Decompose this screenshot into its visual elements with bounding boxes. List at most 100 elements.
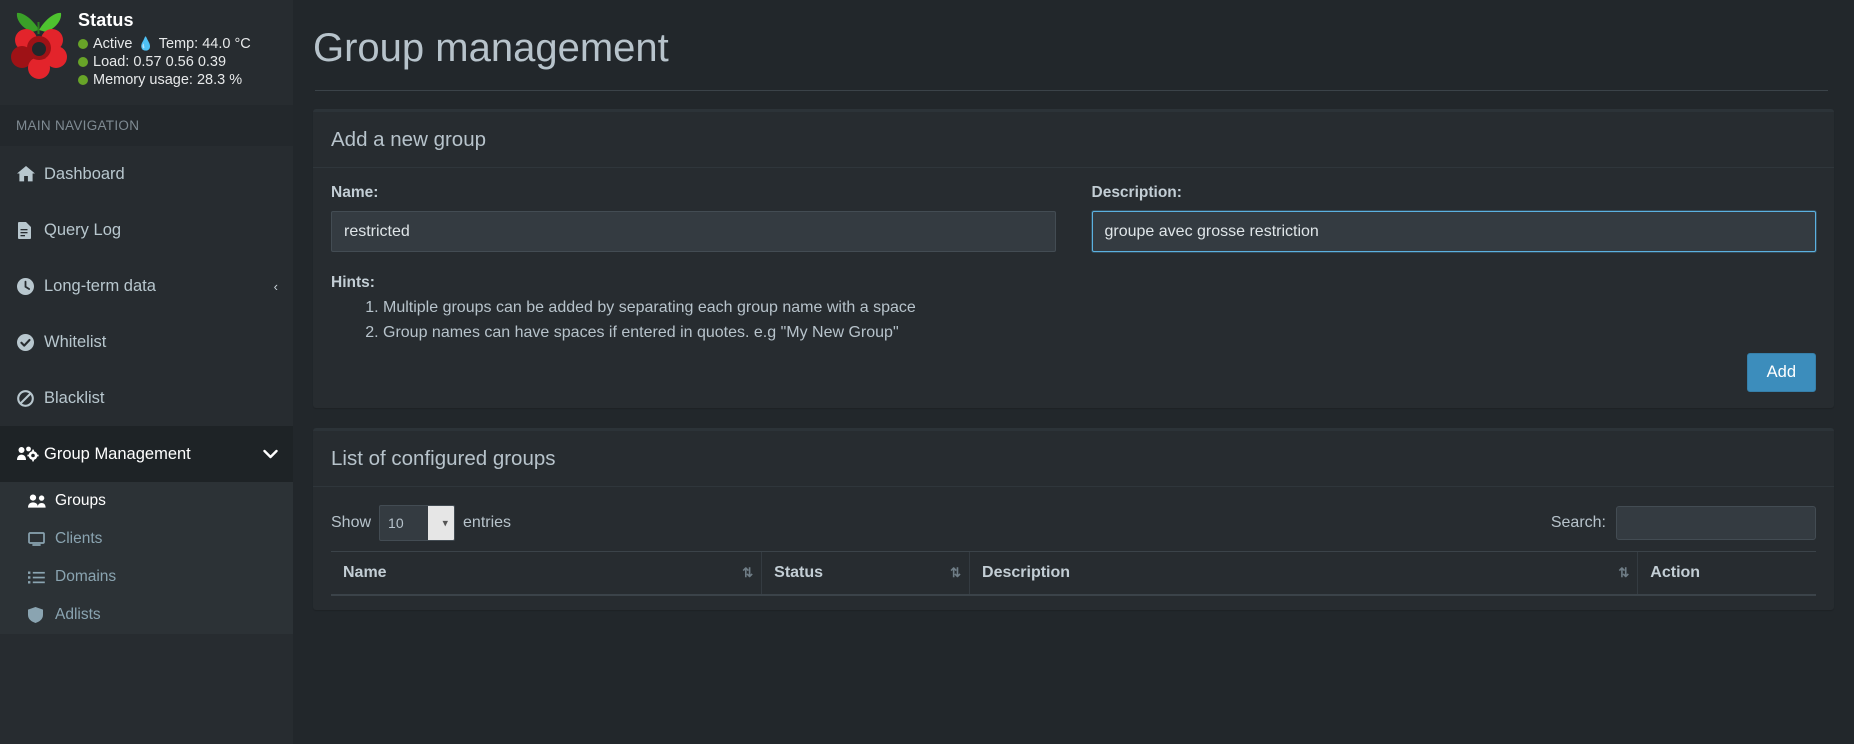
users-icon xyxy=(28,494,55,508)
column-header-label: Name xyxy=(343,564,387,581)
status-row-load: Load: 0.57 0.56 0.39 xyxy=(78,53,251,71)
sidebar-item-label: Adlists xyxy=(55,606,101,623)
shield-icon xyxy=(28,607,55,623)
table-controls: Show 10 25 50 100 All ▾ xyxy=(331,503,1816,551)
chevron-left-icon[interactable]: ‹ xyxy=(274,279,278,294)
hints-label: Hints: xyxy=(331,274,375,291)
page-length-select-wrapper: 10 25 50 100 All ▾ xyxy=(379,505,456,541)
group-list-title: List of configured groups xyxy=(331,447,556,470)
temperature-icon: 💧 xyxy=(137,36,154,51)
column-header-name[interactable]: Name ⇅ xyxy=(331,551,762,596)
group-list-panel-body: Show 10 25 50 100 All ▾ xyxy=(313,487,1834,610)
column-header-label: Description xyxy=(982,564,1071,581)
search-input[interactable] xyxy=(1616,506,1816,540)
hints-list: Multiple groups can be added by separati… xyxy=(331,295,1816,345)
sidebar-item-label: Dashboard xyxy=(44,164,125,183)
column-header-status[interactable]: Status ⇅ xyxy=(761,551,970,596)
content-header: Group management xyxy=(293,0,1854,91)
search-label: Search: xyxy=(1550,514,1606,531)
add-group-button[interactable]: Add xyxy=(1746,353,1816,392)
check-circle-icon xyxy=(17,333,44,351)
sidebar-item-group-management[interactable]: Group Management xyxy=(0,426,293,482)
sidebar-item-dashboard[interactable]: Dashboard xyxy=(0,146,293,202)
sidebar-item-long-term-data[interactable]: Long-term data ‹ xyxy=(0,258,293,314)
page-title: Group management xyxy=(313,26,669,70)
table-header-row: Name ⇅ Status ⇅ Description ⇅ Action xyxy=(331,551,1816,596)
add-group-form-row: Name: Description: xyxy=(331,184,1816,252)
app-root: Status Active 💧 Temp: 44.0 °C Load: 0.57… xyxy=(0,0,1854,744)
sidebar-item-groups[interactable]: Groups xyxy=(0,482,293,520)
add-group-panel: Add a new group Name: Description: xyxy=(313,109,1834,408)
sidebar-item-label: Long-term data xyxy=(44,276,156,295)
description-field-group: Description: xyxy=(1091,184,1816,252)
sidebar-item-whitelist[interactable]: Whitelist xyxy=(0,314,293,370)
sidebar-item-label: Query Log xyxy=(44,220,122,239)
status-dot-green-icon xyxy=(78,39,88,49)
ban-icon xyxy=(17,389,44,407)
group-description-input[interactable] xyxy=(1091,211,1816,252)
status-dot-green-icon xyxy=(78,75,88,85)
status-dot-green-icon xyxy=(78,57,88,67)
groups-table: Name ⇅ Status ⇅ Description ⇅ Action xyxy=(331,551,1816,596)
sidebar-item-label: Clients xyxy=(55,530,103,547)
show-label: Show xyxy=(331,514,372,531)
page-length-control: Show 10 25 50 100 All ▾ xyxy=(331,505,511,541)
name-label: Name: xyxy=(331,184,379,201)
name-field-group: Name: xyxy=(331,184,1056,252)
status-active-text: Active xyxy=(93,36,133,52)
add-group-title: Add a new group xyxy=(331,128,487,151)
sidebar-submenu-group-management: Groups Clients Domains Adlists xyxy=(0,482,293,634)
description-label: Description: xyxy=(1091,184,1182,201)
status-memory-text: Memory usage: 28.3 % xyxy=(93,72,243,88)
status-temp-text: Temp: 44.0 °C xyxy=(158,36,251,52)
column-header-label: Status xyxy=(774,564,824,581)
add-group-footer: Add xyxy=(331,345,1816,394)
main-content: Group management Add a new group Name: r… xyxy=(293,0,1854,744)
group-list-panel: List of configured groups Show 10 25 50 xyxy=(313,428,1834,610)
sidebar-item-label: Group Management xyxy=(44,444,191,463)
sidebar-section-header: MAIN NAVIGATION xyxy=(0,105,293,146)
sidebar-item-domains[interactable]: Domains xyxy=(0,558,293,596)
status-row-memory: Memory usage: 28.3 % xyxy=(78,71,251,89)
sidebar-item-blacklist[interactable]: Blacklist xyxy=(0,370,293,426)
page-length-select[interactable]: 10 25 50 100 All xyxy=(379,505,456,541)
sidebar-item-label: Groups xyxy=(55,492,106,509)
status-row-active: Active 💧 Temp: 44.0 °C xyxy=(78,35,251,53)
sidebar-item-label: Domains xyxy=(55,568,117,585)
add-group-panel-body: Name: Description: Hints: Multiple group… xyxy=(313,168,1834,408)
groups-table-head: Name ⇅ Status ⇅ Description ⇅ Action xyxy=(331,551,1816,596)
sidebar-status-panel: Status Active 💧 Temp: 44.0 °C Load: 0.57… xyxy=(0,0,293,105)
sort-icon: ⇅ xyxy=(1618,565,1629,580)
sidebar: Status Active 💧 Temp: 44.0 °C Load: 0.57… xyxy=(0,0,293,744)
users-cog-icon xyxy=(17,446,44,462)
sidebar-item-clients[interactable]: Clients xyxy=(0,520,293,558)
entries-label: entries xyxy=(463,514,512,531)
table-search-control: Search: xyxy=(1551,506,1816,540)
column-header-action: Action xyxy=(1637,551,1816,596)
clock-icon xyxy=(17,277,44,295)
file-text-icon xyxy=(17,221,44,239)
column-header-label: Action xyxy=(1650,564,1701,581)
chevron-down-icon[interactable] xyxy=(263,447,278,462)
status-title: Status xyxy=(78,10,134,30)
hints-section: Hints: Multiple groups can be added by s… xyxy=(331,274,1816,345)
column-header-description[interactable]: Description ⇅ xyxy=(969,551,1638,596)
hint-item: Multiple groups can be added by separati… xyxy=(383,295,1816,320)
list-icon xyxy=(28,571,55,584)
sidebar-item-label: Blacklist xyxy=(44,388,105,407)
hint-item: Group names can have spaces if entered i… xyxy=(383,320,1816,345)
content-body: Add a new group Name: Description: xyxy=(293,91,1854,610)
raspberry-pi-logo xyxy=(0,6,78,82)
group-name-input[interactable] xyxy=(331,211,1056,252)
home-icon xyxy=(17,166,44,182)
sidebar-item-label: Whitelist xyxy=(44,332,107,351)
sort-icon: ⇅ xyxy=(950,565,961,580)
status-load-text: Load: 0.57 0.56 0.39 xyxy=(93,54,227,70)
desktop-icon xyxy=(28,532,55,546)
add-group-panel-header: Add a new group xyxy=(313,112,1834,168)
sidebar-item-adlists[interactable]: Adlists xyxy=(0,596,293,634)
sidebar-item-query-log[interactable]: Query Log xyxy=(0,202,293,258)
group-list-panel-header: List of configured groups xyxy=(313,431,1834,487)
sort-icon: ⇅ xyxy=(742,565,753,580)
sidebar-nav: Dashboard Query Log Long-term data ‹ Whi… xyxy=(0,146,293,634)
